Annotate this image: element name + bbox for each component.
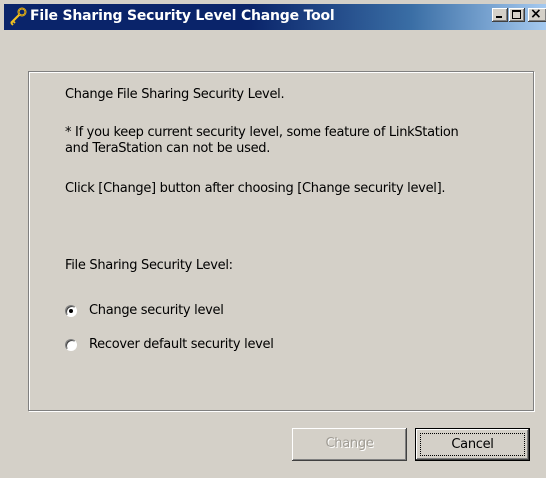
title-bar[interactable]: File Sharing Security Level Change Tool … <box>4 4 546 30</box>
radio-label[interactable]: Change security level <box>89 303 224 319</box>
minimize-icon <box>496 16 502 18</box>
settings-groupbox <box>28 71 534 411</box>
key-icon <box>10 7 27 26</box>
radio-dot-icon <box>69 309 73 313</box>
cancel-button[interactable]: Cancel <box>415 428 530 461</box>
instruction-text: Click [Change] button after choosing [Ch… <box>65 181 446 196</box>
radio-label[interactable]: Recover default security level <box>89 337 274 353</box>
maximize-icon <box>512 10 521 19</box>
warning-note-line2: and TeraStation can not be used. <box>65 141 271 156</box>
close-button[interactable]: × <box>528 6 546 22</box>
window-title: File Sharing Security Level Change Tool <box>30 8 335 24</box>
security-level-label: File Sharing Security Level: <box>65 258 233 273</box>
radio-button-checked[interactable] <box>65 305 77 317</box>
dialog-window: File Sharing Security Level Change Tool … <box>0 0 546 478</box>
close-icon: × <box>530 6 542 22</box>
minimize-button[interactable] <box>492 8 508 22</box>
change-button[interactable]: Change <box>292 428 407 461</box>
cancel-label: Cancel <box>451 437 494 452</box>
warning-note-line1: * If you keep current security level, so… <box>65 125 459 140</box>
radio-button-unchecked[interactable] <box>65 339 77 351</box>
maximize-button[interactable] <box>509 8 525 22</box>
dialog-heading: Change File Sharing Security Level. <box>65 87 285 102</box>
